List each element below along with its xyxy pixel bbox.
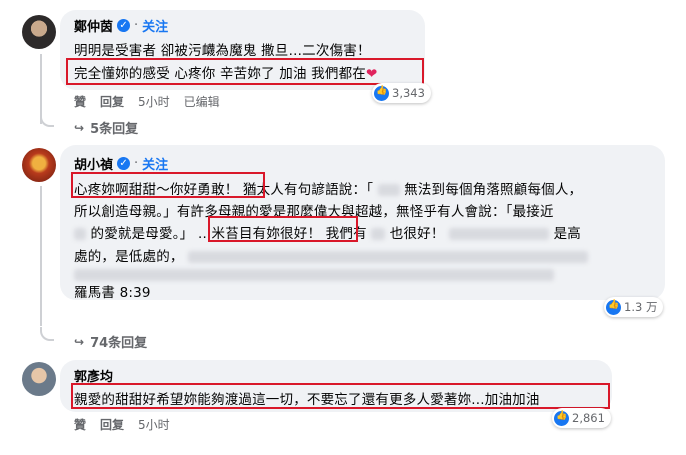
highlight-box — [71, 172, 265, 198]
comment-text: 處的，是低處的， — [74, 245, 589, 265]
verified-icon: ✓ — [117, 157, 131, 170]
view-replies[interactable]: ↪ 74条回复 — [74, 332, 148, 352]
follow-button[interactable]: 关注 — [142, 16, 168, 35]
separator: · — [134, 18, 139, 33]
redacted-text — [449, 228, 550, 240]
redacted-text — [74, 269, 554, 281]
reaction-count[interactable]: 3,343 — [372, 83, 431, 103]
author-name[interactable]: 鄭仲茵 — [74, 16, 113, 35]
reaction-count[interactable]: 1.3 万 — [604, 297, 664, 317]
view-replies[interactable]: ↪ 5条回复 — [74, 118, 139, 138]
reaction-number: 1.3 万 — [624, 300, 658, 314]
like-reaction-icon — [606, 299, 621, 315]
redacted-text — [74, 228, 86, 240]
reply-button[interactable]: 回复 — [100, 93, 124, 110]
avatar[interactable] — [22, 148, 56, 182]
reaction-number: 3,343 — [392, 86, 425, 100]
highlight-box — [208, 216, 358, 242]
redacted-text — [377, 184, 400, 196]
comment-text-part: 是高 — [553, 226, 581, 242]
replies-label: 74条回复 — [90, 336, 148, 351]
avatar[interactable] — [22, 15, 56, 49]
edited-label: 已编辑 — [183, 95, 220, 109]
comment-actions: 贊 回复 5小时 — [74, 416, 170, 433]
timestamp[interactable]: 5小时 — [138, 93, 170, 110]
verified-icon: ✓ — [117, 19, 131, 32]
comment-text-part: 處的，是低處的， — [74, 249, 184, 265]
comment-text-part: 無法到每個角落照顧每個人， — [404, 182, 583, 198]
replies-label: 5条回复 — [90, 122, 139, 137]
reply-button[interactable]: 回复 — [100, 416, 124, 433]
comment-actions: 贊 回复 5小时 已编辑 — [74, 93, 220, 110]
reaction-count[interactable]: 2,861 — [552, 408, 611, 428]
reply-arrow-icon: ↪ — [74, 120, 85, 135]
thread-curve — [40, 327, 54, 341]
author-row: 胡小禎 ✓ · 关注 — [74, 154, 168, 173]
comment-signature: 羅馬書 8:39 — [74, 285, 151, 301]
timestamp[interactable]: 5小时 — [138, 416, 170, 433]
follow-button[interactable]: 关注 — [142, 154, 168, 173]
author-name[interactable]: 胡小禎 — [74, 154, 113, 173]
comment-text-part: 的愛就是母愛。」 — [90, 226, 194, 242]
thread-curve — [40, 113, 54, 127]
author-row: 鄭仲茵 ✓ · 关注 — [74, 16, 168, 35]
highlight-box — [71, 383, 610, 409]
thread-line — [40, 186, 42, 326]
comment-text: 明明是受害者 卻被污衊為魔鬼 撒旦…二次傷害！ — [74, 43, 371, 59]
separator: · — [134, 156, 139, 171]
reply-arrow-icon: ↪ — [74, 334, 85, 349]
redacted-text — [188, 251, 589, 263]
like-button[interactable]: 贊 — [74, 416, 86, 433]
highlight-box — [66, 58, 424, 85]
like-reaction-icon — [374, 85, 389, 101]
reaction-number: 2,861 — [572, 411, 605, 425]
comment-text-part: 也很好！ — [389, 226, 445, 242]
like-reaction-icon — [554, 410, 569, 426]
avatar[interactable] — [22, 362, 56, 396]
like-button[interactable]: 贊 — [74, 93, 86, 110]
redacted-text — [371, 228, 386, 240]
